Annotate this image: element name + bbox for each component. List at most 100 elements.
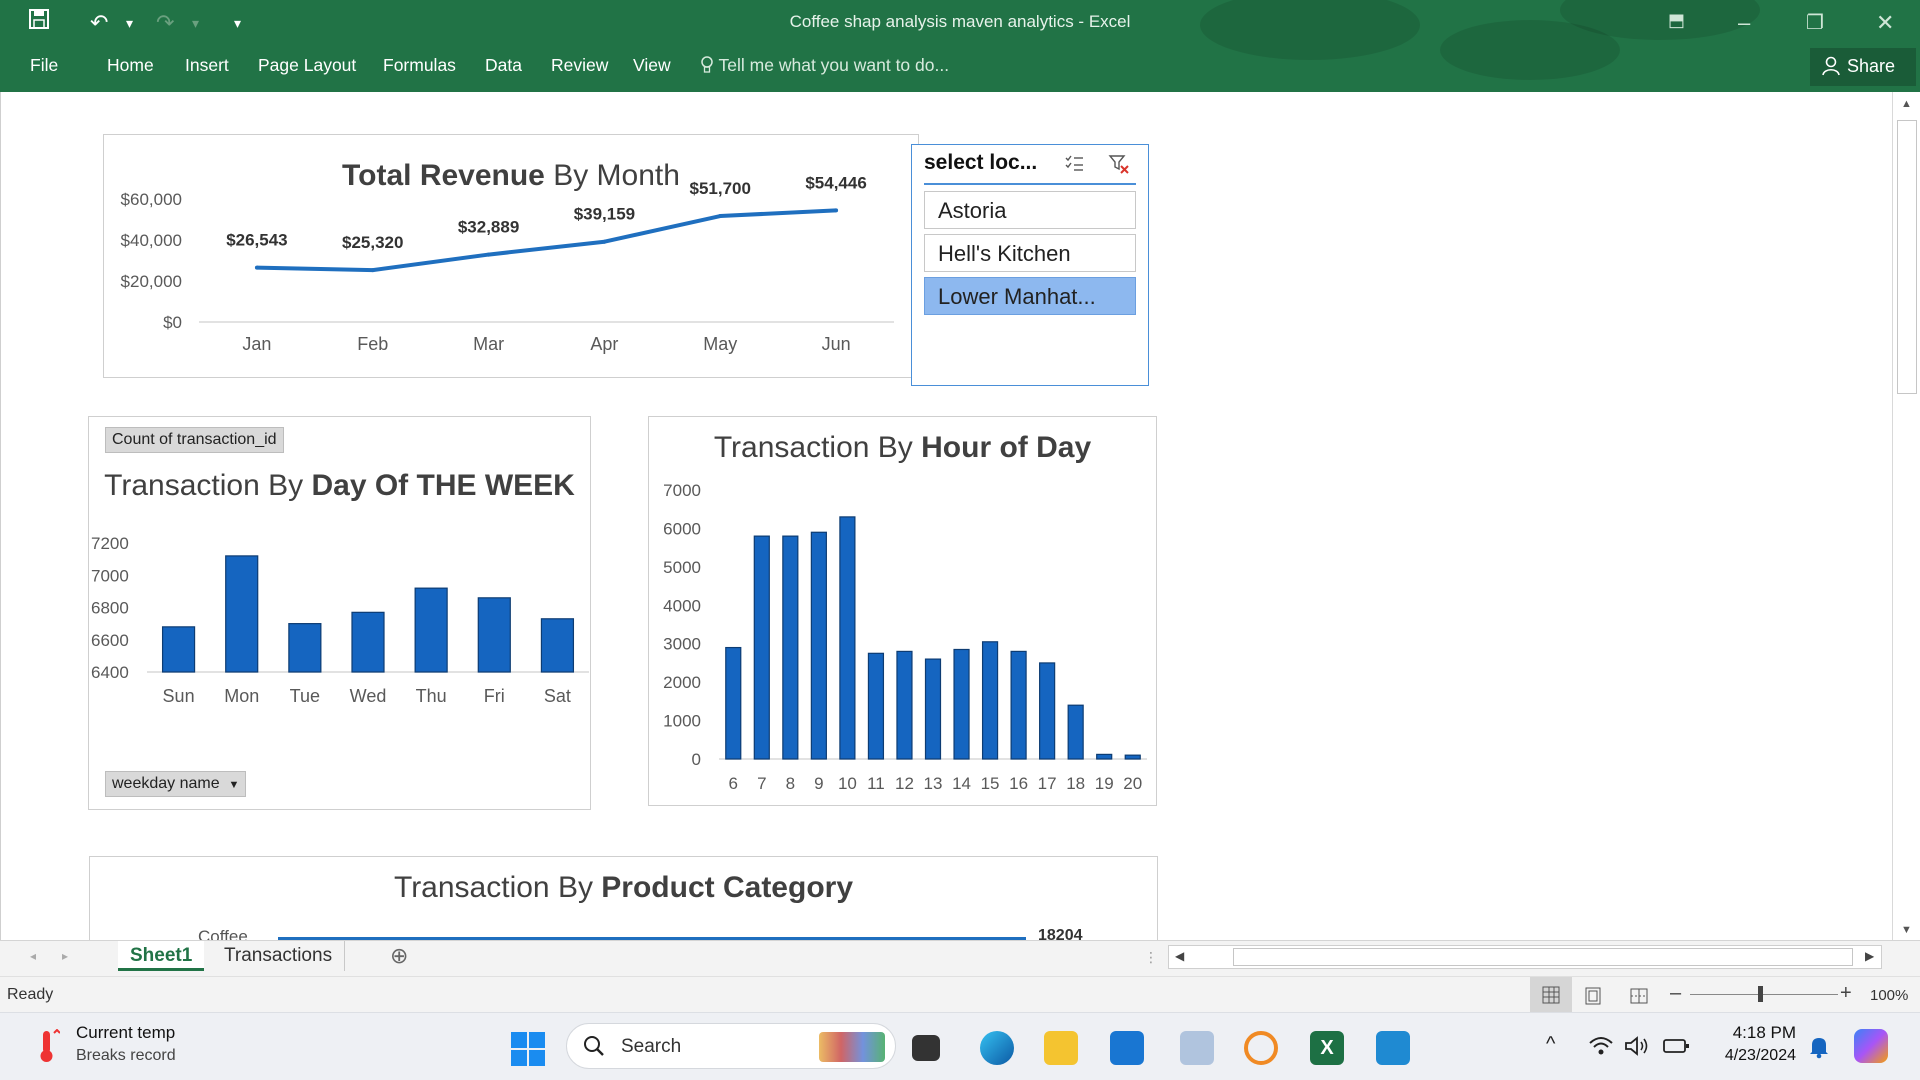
page-layout-view-icon[interactable] xyxy=(1584,987,1602,1010)
hscroll-thumb[interactable] xyxy=(1233,948,1853,966)
slicer-item-hells-kitchen[interactable]: Hell's Kitchen xyxy=(924,234,1136,272)
y-tick-label: 3000 xyxy=(663,635,701,654)
zoom-slider-thumb[interactable] xyxy=(1758,986,1763,1002)
ribbon-display-icon[interactable]: ⬒ xyxy=(1668,10,1685,31)
thermometer-icon[interactable] xyxy=(34,1028,61,1068)
x-tick-label: Wed xyxy=(350,686,387,706)
bar xyxy=(867,652,885,760)
tab-insert[interactable]: Insert xyxy=(185,55,229,76)
minimize-icon[interactable]: – xyxy=(1738,10,1750,36)
worksheet-canvas[interactable]: Total Revenue By Month $0 $20,000 $40,000 $… xyxy=(0,92,1892,940)
window-title: Coffee shap analysis maven analytics - E… xyxy=(789,12,1131,31)
scroll-up-icon[interactable]: ▲ xyxy=(1901,98,1912,110)
windows-start-icon[interactable] xyxy=(510,1031,546,1072)
weather-title[interactable]: Current temp xyxy=(76,1023,175,1043)
revenue-point xyxy=(602,239,607,244)
clock-date[interactable]: 4/23/2024 xyxy=(1712,1047,1796,1065)
x-tick-label: 7 xyxy=(757,774,766,793)
zoom-out-icon[interactable]: – xyxy=(1670,982,1681,1005)
hscroll-left-icon[interactable]: ◀ xyxy=(1175,949,1184,963)
tab-page-layout[interactable]: Page Layout xyxy=(258,55,356,76)
y-tick-label: $60,000 xyxy=(121,190,182,209)
y-tick-label: 2000 xyxy=(663,673,701,692)
mail-icon[interactable] xyxy=(1110,1031,1144,1065)
hour-bar-plot: 0 1000 2000 3000 4000 5000 6000 7000 6 7 8 9 10 11 12 1… xyxy=(663,481,1147,793)
normal-view-icon[interactable] xyxy=(1530,977,1572,1013)
x-tick-label: 20 xyxy=(1123,774,1142,793)
wifi-icon[interactable] xyxy=(1588,1035,1614,1062)
x-tick-label: Sat xyxy=(544,686,571,706)
status-ready: Ready xyxy=(7,986,54,1003)
vscode-icon[interactable] xyxy=(1376,1031,1410,1065)
scrollbar-thumb[interactable] xyxy=(1897,120,1917,394)
tell-me-search[interactable]: Tell me what you want to do... xyxy=(700,55,949,76)
page-break-view-icon[interactable] xyxy=(1630,987,1648,1010)
show-hidden-icons[interactable]: ^ xyxy=(1546,1033,1555,1056)
data-label: $25,320 xyxy=(342,233,403,252)
x-tick-label: 12 xyxy=(895,774,914,793)
close-icon[interactable]: ✕ xyxy=(1876,10,1894,36)
taskbar: Current temp Breaks record Search X ^ 4:… xyxy=(0,1012,1920,1080)
notification-bell-icon[interactable] xyxy=(1808,1035,1830,1064)
split-handle-icon[interactable]: ⋮ xyxy=(1144,949,1158,966)
tab-formulas[interactable]: Formulas xyxy=(383,55,456,76)
task-view-icon[interactable] xyxy=(912,1035,940,1061)
x-tick-label: Thu xyxy=(416,686,447,706)
tab-home[interactable]: Home xyxy=(107,55,154,76)
vertical-scrollbar[interactable]: ▲ ▼ xyxy=(1892,92,1920,940)
status-bar: Ready – + 100% xyxy=(0,976,1920,1013)
app-icon[interactable] xyxy=(1180,1031,1214,1065)
dropdown-arrow-icon: ▼ xyxy=(228,779,240,791)
category-chart[interactable]: Transaction By Product Category Coffee 1… xyxy=(89,856,1158,940)
file-explorer-icon[interactable] xyxy=(1044,1031,1078,1065)
bar xyxy=(414,587,448,673)
location-slicer[interactable]: select loc... Astoria Hell's Kitchen Low… xyxy=(911,144,1149,386)
tab-scroll-left-icon[interactable]: ◂ xyxy=(30,949,36,963)
multi-select-icon[interactable] xyxy=(1064,153,1084,178)
slicer-item-lower-manhattan[interactable]: Lower Manhat... xyxy=(924,277,1136,315)
scroll-down-icon[interactable]: ▼ xyxy=(1901,924,1912,936)
battery-icon[interactable] xyxy=(1662,1037,1690,1060)
y-tick-label: $0 xyxy=(163,313,182,332)
x-tick-label: 18 xyxy=(1066,774,1085,793)
weather-subtitle[interactable]: Breaks record xyxy=(76,1047,176,1065)
restore-icon[interactable]: ❐ xyxy=(1806,10,1824,35)
sheet-tab-sheet1[interactable]: Sheet1 xyxy=(118,941,205,971)
x-tick-label: 19 xyxy=(1095,774,1114,793)
revenue-chart[interactable]: Total Revenue By Month $0 $20,000 $40,000 $… xyxy=(103,134,919,378)
zoom-in-icon[interactable]: + xyxy=(1840,982,1852,1005)
x-tick-label: Feb xyxy=(357,334,388,354)
hscroll-right-icon[interactable]: ▶ xyxy=(1865,949,1874,963)
hour-chart[interactable]: Transaction By Hour of Day 0 1000 2000 3000… xyxy=(648,416,1157,806)
tab-data[interactable]: Data xyxy=(485,55,522,76)
tab-review[interactable]: Review xyxy=(551,55,608,76)
axis-field-button[interactable]: weekday name ▼ xyxy=(105,771,247,797)
x-tick-label: Mon xyxy=(224,686,259,706)
y-tick-label: 1000 xyxy=(663,712,701,731)
revenue-point xyxy=(486,252,491,257)
volume-icon[interactable] xyxy=(1624,1035,1650,1062)
weekday-chart[interactable]: Count of transaction_id Transaction By D… xyxy=(88,416,591,810)
tab-file[interactable]: File xyxy=(30,55,58,76)
zoom-slider-track[interactable] xyxy=(1690,994,1838,995)
zoom-level[interactable]: 100% xyxy=(1870,987,1908,1004)
copilot-icon[interactable] xyxy=(1854,1029,1888,1063)
x-tick-label: 16 xyxy=(1009,774,1028,793)
excel-icon[interactable]: X xyxy=(1310,1031,1344,1065)
sheet-tab-transactions[interactable]: Transactions xyxy=(212,941,346,971)
clock-time[interactable]: 4:18 PM xyxy=(1726,1023,1796,1043)
clear-filter-icon[interactable] xyxy=(1108,153,1130,180)
tab-view[interactable]: View xyxy=(633,55,671,76)
new-sheet-icon[interactable]: ⊕ xyxy=(390,943,408,969)
taskbar-search[interactable]: Search xyxy=(566,1023,896,1069)
y-tick-label: 6600 xyxy=(91,631,129,650)
share-button[interactable]: Share xyxy=(1810,48,1916,86)
horizontal-scrollbar[interactable]: ◀ ▶ xyxy=(1168,945,1882,969)
data-label: $51,700 xyxy=(690,179,751,198)
revenue-point xyxy=(718,214,723,219)
edge-icon[interactable] xyxy=(980,1031,1014,1065)
x-tick-label: Apr xyxy=(590,334,618,354)
tab-scroll-right-icon[interactable]: ▸ xyxy=(62,949,68,963)
jupyter-icon[interactable] xyxy=(1244,1031,1278,1065)
slicer-item-astoria[interactable]: Astoria xyxy=(924,191,1136,229)
